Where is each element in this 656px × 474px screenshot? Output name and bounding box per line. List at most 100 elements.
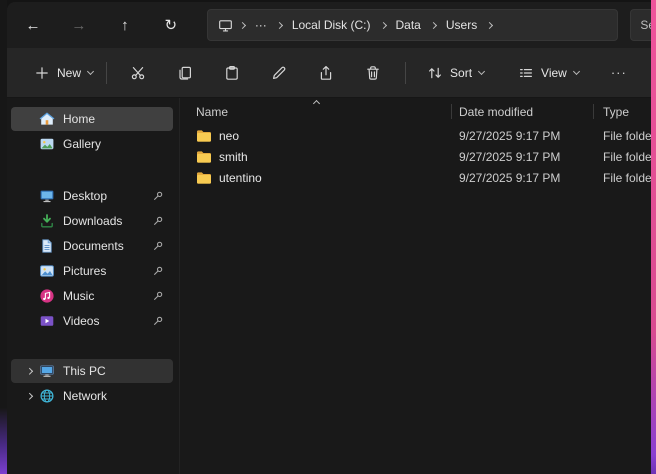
screen: ← → ↑ ↻ ··· Local Disk (C:) Data: [0, 0, 656, 474]
toolbar-separator: [405, 62, 406, 84]
sidebar-item-music[interactable]: Music: [11, 284, 173, 308]
back-button[interactable]: ←: [15, 9, 51, 41]
refresh-button[interactable]: ↻: [153, 9, 189, 41]
breadcrumb-segment-data[interactable]: Data: [389, 18, 428, 32]
sidebar-item-label: Network: [63, 389, 107, 403]
copy-icon: [177, 65, 193, 81]
view-button-label: View: [541, 66, 567, 80]
pin-icon: [152, 190, 164, 202]
paste-button[interactable]: [213, 56, 251, 90]
file-list-pane: Name Date modified Type neo 9/27/2025 9:…: [179, 98, 656, 474]
pin-icon: [152, 265, 164, 277]
sidebar-item-label: Downloads: [63, 214, 122, 228]
breadcrumb-segment-local-disk[interactable]: Local Disk (C:): [285, 18, 378, 32]
rename-button[interactable]: [260, 56, 298, 90]
expander-chevron-icon[interactable]: [21, 394, 37, 399]
column-header-type[interactable]: Type: [593, 98, 656, 125]
more-icon: ···: [611, 65, 627, 80]
view-icon: [518, 65, 534, 81]
breadcrumb-segment-users[interactable]: Users: [439, 18, 484, 32]
sidebar-item-network[interactable]: Network: [11, 384, 173, 408]
column-header-label: Date modified: [459, 105, 533, 119]
gallery-icon: [39, 136, 55, 152]
sidebar-item-label: Gallery: [63, 137, 101, 151]
file-name-cell: utentino: [180, 171, 451, 185]
file-row[interactable]: utentino 9/27/2025 9:17 PM File folder: [180, 167, 656, 188]
breadcrumb-chevron-icon: [379, 21, 386, 28]
column-header-label: Name: [196, 105, 228, 119]
share-icon: [318, 65, 334, 81]
breadcrumb-chevron-icon: [486, 21, 493, 28]
view-button[interactable]: View: [509, 56, 588, 90]
sidebar-item-videos[interactable]: Videos: [11, 309, 173, 333]
column-header-date-modified[interactable]: Date modified: [451, 98, 593, 125]
up-icon: ↑: [121, 18, 129, 33]
delete-icon: [365, 65, 381, 81]
address-bar[interactable]: ··· Local Disk (C:) Data Users: [207, 9, 619, 41]
sidebar-item-pictures[interactable]: Pictures: [11, 259, 173, 283]
toolbar-separator: [106, 62, 107, 84]
breadcrumb-chevron-icon: [430, 21, 437, 28]
this-pc-icon: [212, 18, 237, 33]
sidebar-item-label: Videos: [63, 314, 99, 328]
folder-icon: [196, 150, 212, 164]
sort-button[interactable]: Sort: [418, 56, 493, 90]
column-header-name[interactable]: Name: [180, 98, 451, 125]
downloads-icon: [39, 213, 55, 229]
sidebar-item-this-pc[interactable]: This PC: [11, 359, 173, 383]
new-button[interactable]: New: [25, 56, 102, 90]
column-header-label: Type: [603, 105, 629, 119]
forward-button[interactable]: →: [61, 9, 97, 41]
breadcrumb-overflow-button[interactable]: ···: [248, 18, 274, 32]
sidebar-item-downloads[interactable]: Downloads: [11, 209, 173, 233]
sort-ascending-icon: [313, 100, 320, 107]
desktop-icon: [39, 188, 55, 204]
sidebar-spacer: [7, 157, 179, 183]
see-more-button[interactable]: ···: [602, 56, 636, 90]
expander-chevron-icon[interactable]: [21, 369, 37, 374]
desktop-edge-left: [0, 0, 7, 474]
file-name: neo: [219, 129, 239, 143]
folder-icon: [196, 171, 212, 185]
new-button-label: New: [57, 66, 81, 80]
file-name: utentino: [219, 171, 262, 185]
home-icon: [39, 111, 55, 127]
cut-button[interactable]: [119, 56, 157, 90]
file-row[interactable]: smith 9/27/2025 9:17 PM File folder: [180, 146, 656, 167]
explorer-body: Home Gallery Desktop: [7, 98, 656, 474]
paste-icon: [224, 65, 240, 81]
cut-icon: [130, 65, 146, 81]
sidebar-item-desktop[interactable]: Desktop: [11, 184, 173, 208]
file-date-cell: 9/27/2025 9:17 PM: [451, 129, 593, 143]
sort-icon: [427, 65, 443, 81]
column-header-row: Name Date modified Type: [180, 98, 656, 125]
network-icon: [39, 388, 55, 404]
forward-icon: →: [71, 18, 86, 33]
copy-button[interactable]: [166, 56, 204, 90]
share-button[interactable]: [307, 56, 345, 90]
up-button[interactable]: ↑: [107, 9, 143, 41]
sidebar-item-label: Desktop: [63, 189, 107, 203]
file-date-cell: 9/27/2025 9:17 PM: [451, 150, 593, 164]
sidebar-spacer: [7, 334, 179, 358]
file-type-cell: File folder: [593, 129, 656, 143]
sidebar-item-documents[interactable]: Documents: [11, 234, 173, 258]
file-name-cell: smith: [180, 150, 451, 164]
file-name: smith: [219, 150, 248, 164]
file-explorer-window: ← → ↑ ↻ ··· Local Disk (C:) Data: [7, 2, 656, 474]
sidebar-item-label: Documents: [63, 239, 124, 253]
file-date-cell: 9/27/2025 9:17 PM: [451, 171, 593, 185]
desktop-edge-right: [651, 0, 656, 474]
back-icon: ←: [25, 18, 40, 33]
music-icon: [39, 288, 55, 304]
plus-icon: [34, 65, 50, 81]
pictures-icon: [39, 263, 55, 279]
this-pc-icon: [39, 363, 55, 379]
navigation-pane: Home Gallery Desktop: [7, 98, 179, 474]
breadcrumb-chevron-icon: [239, 21, 246, 28]
file-row[interactable]: neo 9/27/2025 9:17 PM File folder: [180, 125, 656, 146]
sidebar-item-gallery[interactable]: Gallery: [11, 132, 173, 156]
delete-button[interactable]: [354, 56, 392, 90]
sidebar-item-home[interactable]: Home: [11, 107, 173, 131]
chevron-down-icon: [87, 67, 94, 74]
